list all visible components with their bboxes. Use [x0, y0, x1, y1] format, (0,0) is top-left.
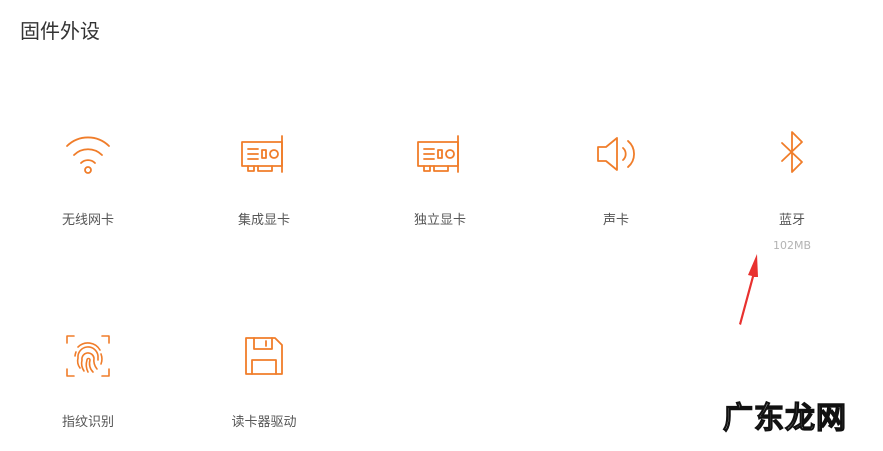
device-integrated-graphics[interactable]: 集成显卡 — [176, 128, 352, 248]
bluetooth-icon — [766, 128, 818, 180]
device-card-reader[interactable]: 读卡器驱动 — [176, 330, 352, 450]
device-wifi-card[interactable]: 无线网卡 — [0, 128, 176, 248]
device-bluetooth[interactable]: 蓝牙 102MB — [704, 128, 880, 252]
device-label: 独立显卡 — [413, 213, 466, 228]
device-label: 集成显卡 — [237, 213, 290, 228]
device-discrete-graphics[interactable]: 独立显卡 — [352, 128, 528, 248]
annotation-arrow — [739, 254, 758, 325]
graphics-card-icon — [414, 128, 466, 180]
device-label: 蓝牙 — [778, 213, 805, 228]
page-title: 固件外设 — [20, 19, 100, 43]
device-label: 读卡器驱动 — [231, 415, 297, 430]
graphics-card-icon — [238, 128, 290, 180]
fingerprint-icon — [62, 330, 114, 382]
device-sound-card[interactable]: 声卡 — [528, 128, 704, 248]
watermark-logo: 广东龙网 — [722, 400, 847, 436]
speaker-icon — [590, 128, 642, 180]
device-label: 声卡 — [602, 213, 629, 228]
device-label: 无线网卡 — [61, 213, 114, 228]
device-label: 指纹识别 — [61, 415, 114, 430]
save-disk-icon — [238, 330, 290, 382]
wifi-icon — [62, 128, 114, 180]
device-fingerprint[interactable]: 指纹识别 — [0, 330, 176, 450]
